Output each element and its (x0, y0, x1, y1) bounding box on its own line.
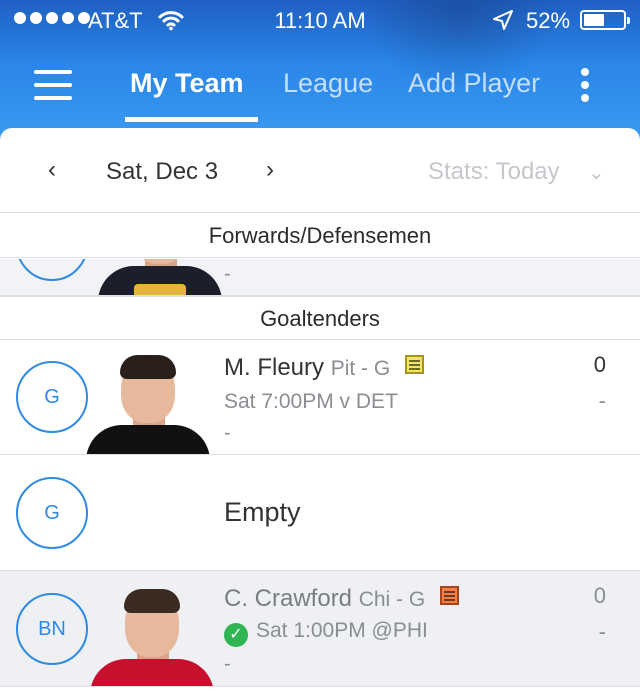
position-slot-button[interactable]: BN (16, 593, 88, 665)
player-name: C. Crawford (224, 585, 353, 612)
stats-filter-dropdown[interactable]: Stats: Today (428, 158, 560, 186)
roster-row-crawford[interactable]: BN C. Crawford Chi - G ✓ Sat 1:00PM @PHI … (0, 571, 640, 687)
player-note-icon[interactable] (439, 586, 459, 605)
hamburger-menu-icon[interactable] (34, 70, 72, 100)
previous-date-button[interactable]: ‹ (48, 156, 56, 184)
player-extra-info: - (224, 422, 231, 444)
game-schedule: Sat 1:00PM @PHI (256, 619, 428, 642)
player-note-icon[interactable] (404, 355, 424, 374)
stat-sub-value: - (598, 619, 606, 644)
player-team-position: Pit - G (330, 357, 391, 380)
battery-percent: 52% (526, 8, 571, 33)
tab-my-team[interactable]: My Team (130, 68, 244, 99)
player-headshot (96, 259, 224, 295)
jersey (90, 659, 214, 686)
next-date-button[interactable]: › (266, 156, 274, 184)
position-slot-button[interactable] (16, 259, 88, 281)
stat-sub-value: - (598, 388, 606, 413)
position-slot-button[interactable]: G (16, 361, 88, 433)
position-slot-button[interactable]: G (16, 477, 88, 549)
section-header-forwards-defensemen: Forwards/Defensemen (0, 214, 640, 258)
current-date[interactable]: Sat, Dec 3 (106, 158, 218, 186)
player-headshot (88, 589, 216, 686)
more-vertical-icon[interactable] (578, 68, 594, 102)
player-name-link[interactable]: C. Crawford Chi - G (224, 585, 459, 613)
player-name-link[interactable]: M. Fleury Pit - G (224, 354, 424, 382)
battery-icon (580, 10, 630, 30)
player-name: M. Fleury (224, 354, 325, 381)
check-circle-icon: ✓ (224, 623, 248, 647)
roster-card: ‹ Sat, Dec 3 › Stats: Today ⌄ Forwards/D… (0, 128, 640, 697)
player-team-position: Chi - G (358, 588, 426, 611)
roster-row-empty[interactable]: G Empty (0, 455, 640, 571)
player-headshot (84, 355, 212, 454)
player-extra-info: - (224, 263, 231, 285)
active-tab-indicator (125, 117, 258, 122)
empty-slot-label[interactable]: Empty (224, 497, 301, 528)
tab-add-player[interactable]: Add Player (408, 68, 540, 99)
stat-value: 0 (593, 583, 606, 608)
status-bar: AT&T 11:10 AM 52% (0, 0, 640, 40)
tab-league[interactable]: League (283, 68, 373, 99)
jersey (86, 425, 210, 454)
stat-value: 0 (593, 352, 606, 377)
date-bar: ‹ Sat, Dec 3 › Stats: Today ⌄ (0, 128, 640, 213)
game-schedule-line: ✓ Sat 1:00PM @PHI (224, 619, 428, 647)
app-header: AT&T 11:10 AM 52% My Team League Add Pla… (0, 0, 640, 140)
roster-row-fleury[interactable]: G M. Fleury Pit - G Sat 7:00PM v DET - 0… (0, 340, 640, 455)
section-header-goaltenders: Goaltenders (0, 296, 640, 340)
player-extra-info: - (224, 653, 231, 675)
roster-row-partial[interactable]: - (0, 259, 640, 296)
chevron-down-icon[interactable]: ⌄ (588, 160, 605, 185)
game-schedule: Sat 7:00PM v DET (224, 390, 398, 413)
location-arrow-icon (492, 9, 514, 37)
